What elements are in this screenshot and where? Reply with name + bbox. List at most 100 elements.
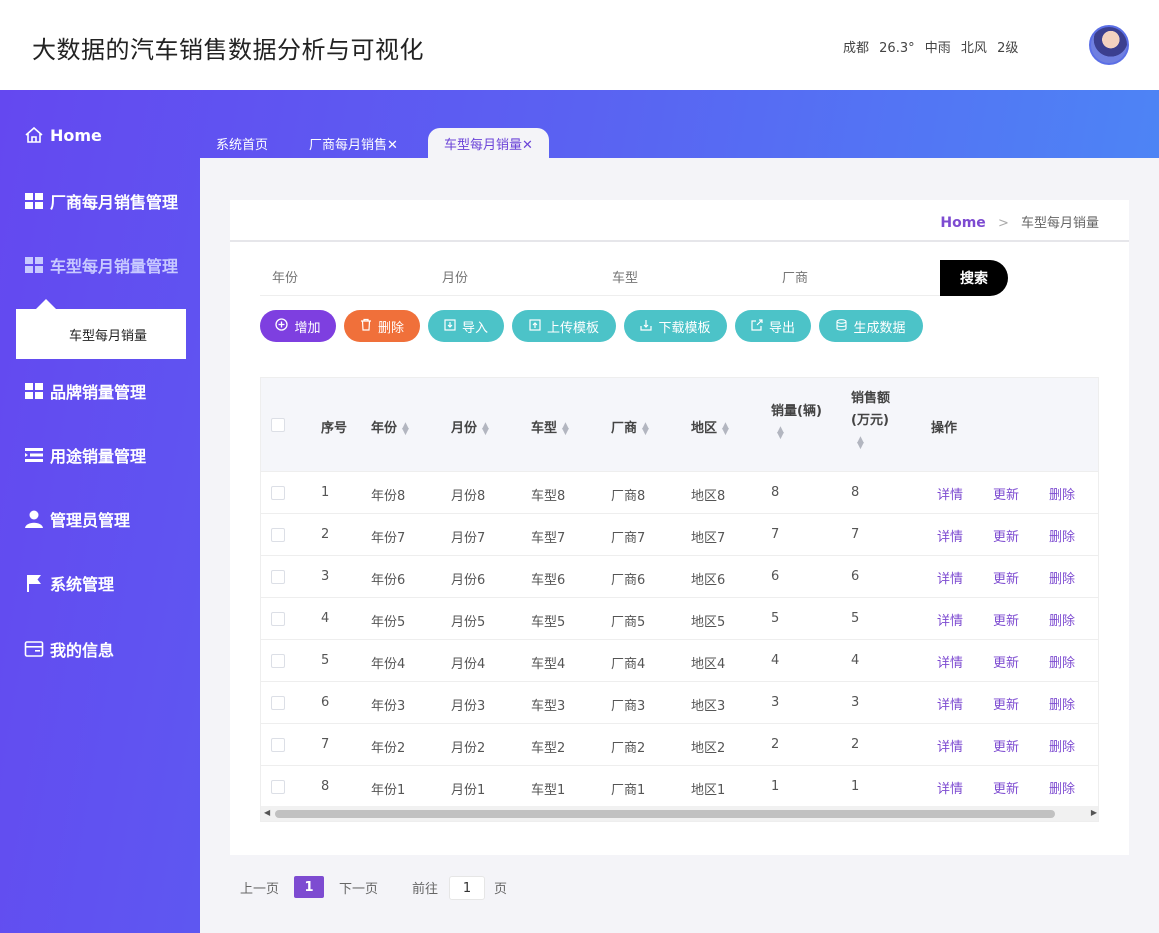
sort-icon[interactable]: ▲ ▼	[402, 421, 409, 436]
submenu-item-model-sales[interactable]: 车型每月销量	[69, 325, 147, 344]
row-checkbox[interactable]	[271, 486, 285, 500]
scroll-right-icon[interactable]: ▶	[1091, 808, 1097, 817]
month-search-input[interactable]	[430, 262, 600, 296]
prev-page-button[interactable]: 上一页	[240, 878, 279, 897]
model-search-input[interactable]	[600, 262, 770, 296]
sidebar-item-brand-sales[interactable]: 品牌销量管理	[24, 377, 146, 405]
delete-link[interactable]: 删除	[1049, 484, 1075, 503]
avatar[interactable]	[1089, 25, 1129, 65]
row-checkbox[interactable]	[271, 780, 285, 794]
col-model[interactable]: 车型 ▲ ▼	[531, 417, 569, 436]
sidebar-item-my-info[interactable]: 我的信息	[24, 635, 114, 663]
search-button[interactable]: 搜索	[940, 260, 1008, 296]
sort-icon[interactable]: ▲ ▼	[562, 421, 569, 436]
sidebar-item-label: 品牌销量管理	[50, 383, 147, 402]
add-button[interactable]: 增加	[260, 310, 336, 342]
sidebar-item-home[interactable]: Home	[24, 121, 102, 149]
tab-model-sales[interactable]: 车型每月销量✕	[428, 128, 549, 158]
detail-link[interactable]: 详情	[937, 778, 963, 797]
update-link[interactable]: 更新	[993, 484, 1019, 503]
export-icon	[751, 318, 763, 334]
weather-level: 2级	[997, 41, 1019, 56]
row-checkbox[interactable]	[271, 528, 285, 542]
row-checkbox[interactable]	[271, 570, 285, 584]
col-region[interactable]: 地区 ▲ ▼	[691, 417, 729, 436]
sidebar-item-maker-sales[interactable]: 厂商每月销售管理	[24, 187, 178, 215]
table-cell: 年份6	[371, 573, 406, 588]
table-cell: 5	[771, 611, 780, 626]
detail-link[interactable]: 详情	[937, 526, 963, 545]
download-template-button[interactable]: 下载模板	[624, 310, 727, 342]
scroll-thumb[interactable]	[275, 810, 1055, 818]
col-month[interactable]: 月份 ▲ ▼	[451, 417, 489, 436]
row-checkbox[interactable]	[271, 654, 285, 668]
sidebar-item-label: 管理员管理	[50, 511, 131, 530]
next-page-button[interactable]: 下一页	[339, 878, 378, 897]
col-model-label: 车型	[531, 421, 558, 436]
delete-link[interactable]: 删除	[1049, 652, 1075, 671]
generate-data-button[interactable]: 生成数据	[819, 310, 923, 342]
detail-link[interactable]: 详情	[937, 568, 963, 587]
table-cell: 8	[851, 485, 860, 500]
col-maker[interactable]: 厂商 ▲ ▼	[611, 417, 649, 436]
update-link[interactable]: 更新	[993, 694, 1019, 713]
update-link[interactable]: 更新	[993, 736, 1019, 755]
detail-link[interactable]: 详情	[937, 610, 963, 629]
sidebar-item-label: 用途销量管理	[50, 447, 147, 466]
delete-link[interactable]: 删除	[1049, 694, 1075, 713]
update-link[interactable]: 更新	[993, 568, 1019, 587]
detail-link[interactable]: 详情	[937, 736, 963, 755]
table-cell: 车型7	[531, 531, 566, 546]
detail-link[interactable]: 详情	[937, 484, 963, 503]
row-checkbox[interactable]	[271, 612, 285, 626]
update-link[interactable]: 更新	[993, 526, 1019, 545]
export-button[interactable]: 导出	[735, 310, 811, 342]
tab-maker-sales[interactable]: 厂商每月销售✕	[309, 128, 398, 158]
delete-button[interactable]: 删除	[344, 310, 420, 342]
update-link[interactable]: 更新	[993, 778, 1019, 797]
horizontal-scrollbar[interactable]: ◀ ▶	[261, 806, 1098, 821]
delete-link[interactable]: 删除	[1049, 526, 1075, 545]
select-all-checkbox[interactable]	[271, 418, 285, 432]
detail-link[interactable]: 详情	[937, 652, 963, 671]
delete-link[interactable]: 删除	[1049, 610, 1075, 629]
top-header: 大数据的汽车销售数据分析与可视化 成都 26.3° 中雨 北风 2级	[0, 0, 1159, 90]
sort-icon[interactable]: ▲ ▼	[857, 435, 864, 450]
table-cell: 地区3	[691, 699, 726, 714]
row-checkbox[interactable]	[271, 738, 285, 752]
upload-template-button[interactable]: 上传模板	[512, 310, 616, 342]
sidebar-item-admin[interactable]: 管理员管理	[24, 505, 130, 533]
sort-icon[interactable]: ▲ ▼	[482, 421, 489, 436]
table-row: 7 年份2 月份2 车型2 厂商2 地区2 2 2 详情 更新 删除	[261, 724, 1098, 766]
update-link[interactable]: 更新	[993, 652, 1019, 671]
sidebar-item-system[interactable]: 系统管理	[24, 569, 114, 597]
delete-link[interactable]: 删除	[1049, 736, 1075, 755]
import-button[interactable]: 导入	[428, 310, 504, 342]
detail-link[interactable]: 详情	[937, 694, 963, 713]
col-amount[interactable]: 销售额 (万元) ▲ ▼	[851, 388, 890, 454]
sidebar-item-model-sales[interactable]: 车型每月销量管理	[24, 251, 178, 279]
sort-icon[interactable]: ▲ ▼	[722, 421, 729, 436]
sort-icon[interactable]: ▲ ▼	[642, 421, 649, 436]
breadcrumb-home[interactable]: Home	[940, 215, 985, 231]
table-cell: 5	[851, 611, 860, 626]
table-cell: 地区8	[691, 489, 726, 504]
update-link[interactable]: 更新	[993, 610, 1019, 629]
page-jump-input[interactable]	[449, 876, 485, 900]
col-index: 序号	[321, 421, 348, 436]
sort-icon[interactable]: ▲ ▼	[777, 426, 784, 441]
year-search-input[interactable]	[260, 262, 430, 296]
delete-link[interactable]: 删除	[1049, 778, 1075, 797]
table-cell: 地区7	[691, 531, 726, 546]
main-card: Home > 车型每月销量 搜索 增加 删除 导入	[230, 200, 1129, 855]
sidebar-item-usage-sales[interactable]: 用途销量管理	[24, 441, 146, 469]
page-number-1[interactable]: 1	[294, 876, 324, 898]
col-year[interactable]: 年份 ▲ ▼	[371, 417, 409, 436]
col-volume[interactable]: 销量(辆) ▲ ▼	[771, 400, 822, 441]
scroll-left-icon[interactable]: ◀	[264, 808, 270, 817]
row-checkbox[interactable]	[271, 696, 285, 710]
delete-link[interactable]: 删除	[1049, 568, 1075, 587]
tab-home[interactable]: 系统首页	[216, 128, 268, 158]
table-cell: 年份8	[371, 489, 406, 504]
maker-search-input[interactable]	[770, 262, 940, 296]
